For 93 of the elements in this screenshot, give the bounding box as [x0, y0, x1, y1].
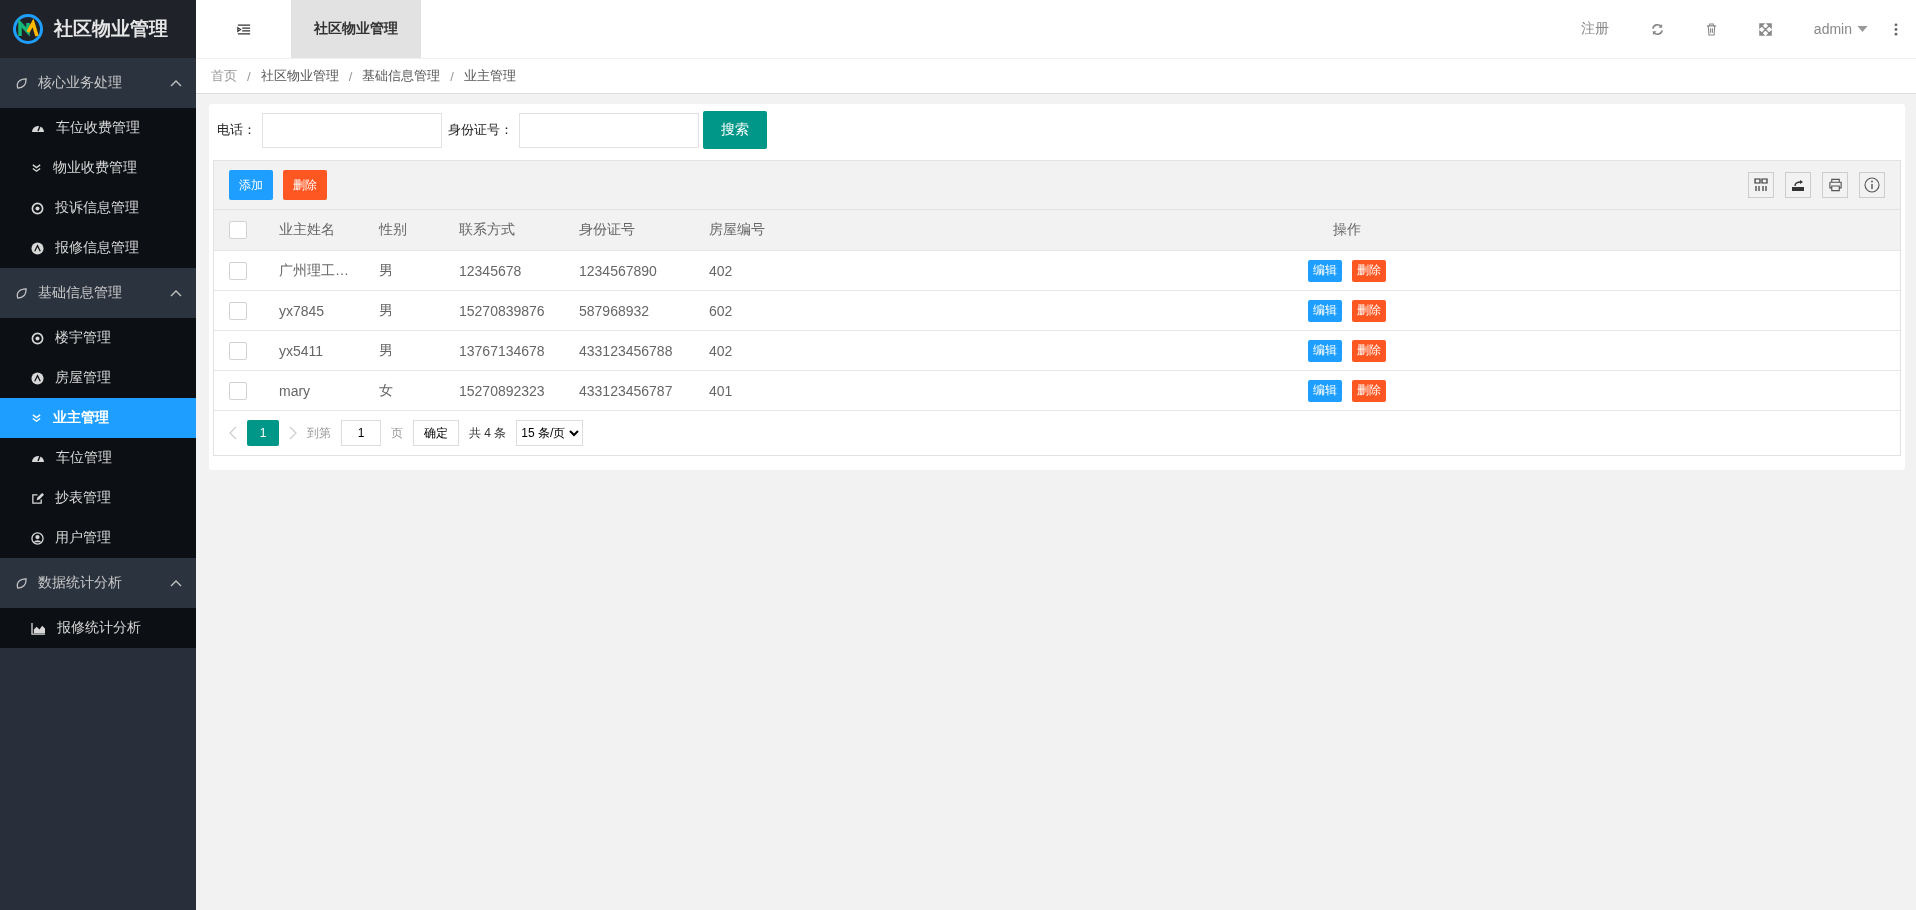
table-cell: 13767134678 [459, 342, 545, 359]
target-icon [31, 331, 44, 345]
double-chevron-icon [31, 412, 42, 424]
chevron-up-icon [170, 579, 182, 587]
checkbox[interactable] [229, 261, 247, 280]
table-cell: 男 [379, 261, 393, 280]
field-label: 电话： [217, 121, 256, 139]
menu-group-header[interactable]: 数据统计分析 [0, 558, 196, 608]
column-header: 业主姓名 [279, 221, 335, 239]
total-count: 共 4 条 [469, 424, 507, 442]
page-size-select[interactable]: 15 条/页 [516, 420, 584, 446]
sidebar-item[interactable]: 楼宇管理 [0, 318, 196, 358]
breadcrumb-link[interactable]: 基础信息管理 [362, 67, 441, 85]
column-header: 性别 [379, 221, 407, 239]
breadcrumb-separator: / [348, 68, 353, 84]
sidebar-item[interactable]: 房屋管理 [0, 358, 196, 398]
sidebar-item[interactable]: 物业收费管理 [0, 148, 196, 188]
user-icon [31, 531, 44, 545]
logo-icon [12, 13, 44, 45]
breadcrumb-separator: / [247, 68, 251, 84]
sidebar-item[interactable]: 车位收费管理 [0, 108, 196, 148]
page-unit-label: 页 [391, 424, 403, 442]
double-chevron-icon [31, 162, 42, 174]
table-cell: 402 [709, 262, 733, 279]
table-cell: 401 [709, 382, 733, 399]
columns-icon[interactable] [1748, 172, 1774, 198]
column-header: 操作 [1333, 221, 1361, 239]
table-cell: 男 [379, 301, 393, 320]
edit-icon [31, 491, 44, 505]
leaf-icon [15, 576, 28, 590]
checkbox[interactable] [229, 341, 247, 360]
table-cell: 402 [709, 342, 733, 359]
table-cell: 15270839876 [459, 302, 545, 319]
leaf-icon [15, 76, 28, 90]
page-input[interactable]: 1 [341, 420, 381, 446]
table-cell: 男 [379, 341, 393, 360]
fullscreen-icon[interactable] [1758, 22, 1772, 36]
caret-icon [1857, 26, 1868, 32]
page-tab[interactable]: 社区物业管理 [291, 0, 421, 58]
table-cell: mary [279, 382, 311, 399]
sidebar-item[interactable]: 报修统计分析 [0, 608, 196, 648]
brand-title: 社区物业管理 [54, 17, 168, 41]
search-field[interactable] [519, 112, 699, 148]
trash-icon[interactable] [1705, 22, 1717, 36]
chevron-up-icon [170, 79, 182, 87]
sidebar-item[interactable]: 投诉信息管理 [0, 188, 196, 228]
column-header: 房屋编号 [709, 221, 765, 239]
chevron-up-icon [170, 289, 182, 297]
export-icon[interactable] [1785, 172, 1811, 198]
triangle-circle-icon [31, 371, 44, 385]
table-cell: yx5411 [279, 342, 324, 359]
more-icon[interactable] [1894, 22, 1898, 36]
table-cell: 433123456788 [579, 342, 673, 359]
table-cell: yx7845 [279, 302, 325, 319]
checkbox[interactable] [229, 301, 247, 320]
field-label: 身份证号： [448, 121, 513, 139]
table-cell: 广州理工… [279, 261, 349, 280]
triangle-circle-icon [31, 241, 44, 255]
next-page-icon[interactable] [289, 426, 297, 440]
checkbox[interactable] [229, 221, 247, 239]
sidebar-item[interactable]: 抄表管理 [0, 478, 196, 518]
info-icon[interactable] [1859, 172, 1885, 198]
print-icon[interactable] [1822, 172, 1848, 198]
target-icon [31, 201, 44, 215]
sidebar-item[interactable]: 用户管理 [0, 518, 196, 558]
column-header: 身份证号 [579, 221, 635, 239]
previous-page-icon[interactable] [229, 426, 237, 440]
column-header: 联系方式 [459, 221, 515, 239]
confirm-button[interactable]: 确定 [413, 420, 459, 446]
breadcrumb-link[interactable]: 业主管理 [463, 67, 516, 85]
menu-group-header[interactable]: 基础信息管理 [0, 268, 196, 318]
leaf-icon [15, 286, 28, 300]
breadcrumb-separator: / [450, 68, 454, 84]
table-cell: 15270892323 [459, 382, 545, 399]
checkbox[interactable] [229, 381, 247, 400]
goto-label: 到第 [307, 424, 331, 442]
sidebar-item[interactable]: 报修信息管理 [0, 228, 196, 268]
menu-group-header[interactable]: 核心业务处理 [0, 58, 196, 108]
breadcrumb-link[interactable]: 社区物业管理 [260, 67, 339, 85]
table-cell: 12345678 [459, 262, 522, 279]
refresh-icon[interactable] [1650, 22, 1664, 36]
page-number[interactable]: 1 [247, 420, 279, 446]
user-menu[interactable]: admin [1813, 21, 1868, 37]
area-chart-icon [31, 621, 46, 635]
table-cell: 女 [379, 381, 393, 400]
table-cell: 1234567890 [579, 262, 657, 279]
search-button[interactable]: 搜索 [703, 111, 767, 149]
search-field[interactable] [262, 112, 442, 148]
sidebar-item[interactable]: 车位管理 [0, 438, 196, 478]
register-link[interactable]: 注册 [1580, 20, 1609, 38]
table-cell: 433123456787 [579, 382, 673, 399]
table-cell: 587968932 [579, 302, 650, 319]
table-cell: 602 [709, 302, 733, 319]
